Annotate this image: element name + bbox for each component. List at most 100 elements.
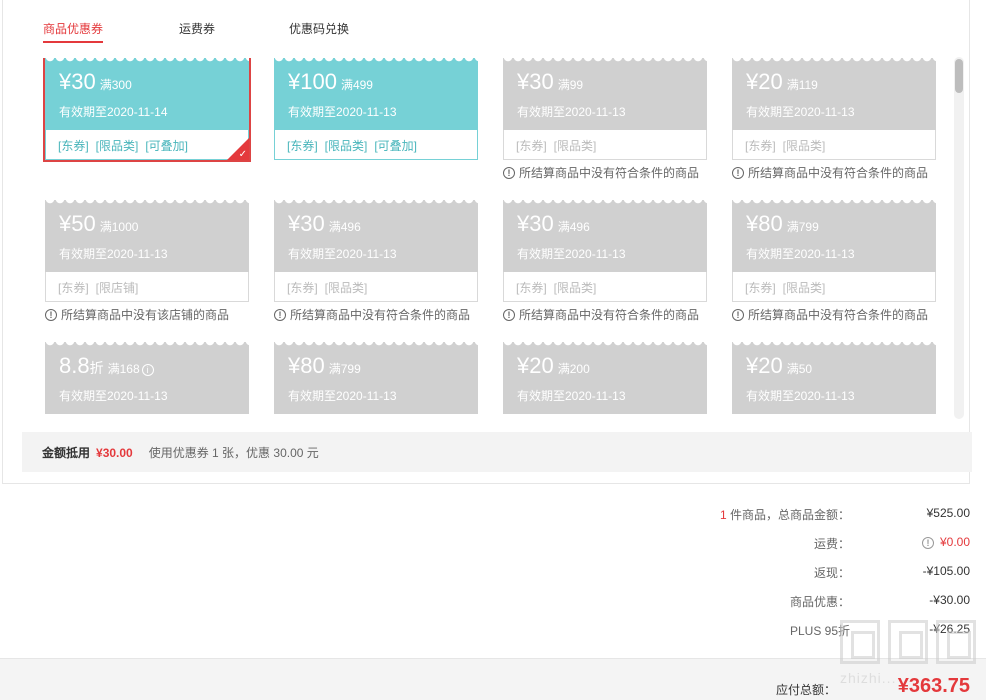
warning-icon: ! <box>732 308 744 321</box>
coupon-face: ¥30 满496 有效期至2020-11-13 <box>503 200 707 272</box>
tab-shipping-coupons[interactable]: 运费券 <box>179 20 215 41</box>
coupon-face: ¥30 满300 有效期至2020-11-14 <box>45 58 249 130</box>
coupon-condition: 满496 <box>328 220 361 234</box>
coupon-tags: [东券] [限品类] <box>274 272 478 302</box>
summary-desc: 使用优惠券 1 张，优惠 30.00 元 <box>148 446 319 460</box>
coupon-expiry: 有效期至2020-11-13 <box>517 247 626 261</box>
coupon-expiry: 有效期至2020-11-13 <box>288 247 397 261</box>
coupon-condition: 满50 <box>786 362 813 376</box>
watermark-glyph <box>840 620 880 664</box>
discount-label: 商品优惠： <box>789 595 850 609</box>
coupon-card[interactable]: ¥80 满799 有效期至2020-11-13 <box>274 342 478 414</box>
coupon-amount-line: ¥30 满300 <box>59 68 249 99</box>
coupon-card[interactable]: ¥30 满300 有效期至2020-11-14 [东券] [限品类] [可叠加] <box>43 58 251 162</box>
coupon-tag: [限品类] <box>553 139 597 153</box>
coupon-tag: [东券] <box>58 139 89 153</box>
coupon-face: ¥100 满499 有效期至2020-11-13 <box>274 58 478 130</box>
coupon-card[interactable]: ¥20 满119 有效期至2020-11-13 [东券] [限品类]! 所结算商品中没有符… <box>732 58 936 181</box>
shipping-label: 运费： <box>813 537 850 551</box>
coupon-tag: [限店铺] <box>95 281 139 295</box>
coupon-face: ¥20 满50 有效期至2020-11-13 <box>732 342 936 414</box>
coupon-unavailable-note: ! 所结算商品中没有符合条件的商品 <box>274 306 478 323</box>
warning-icon: ! <box>503 166 515 179</box>
coupon-expiry: 有效期至2020-11-13 <box>288 389 397 403</box>
coupon-face: ¥30 满496 有效期至2020-11-13 <box>274 200 478 272</box>
coupon-condition: 满799 <box>786 220 819 234</box>
coupon-tags: [东券] [限品类] <box>732 272 936 302</box>
coupon-tag: [东券] <box>516 281 547 295</box>
coupon-tags: [东券] [限品类] [可叠加] <box>274 130 478 160</box>
coupon-face: ¥50 满1000 有效期至2020-11-13 <box>45 200 249 272</box>
coupon-amount: ¥100 <box>288 69 337 94</box>
coupon-expiry: 有效期至2020-11-13 <box>517 389 626 403</box>
totals-row-cashback: 返现： -¥105.00 <box>670 564 970 593</box>
coupon-amount-line: ¥80 满799 <box>746 210 936 241</box>
coupon-tag: [可叠加] <box>374 139 418 153</box>
watermark-text: zhizhi... <box>840 670 897 686</box>
coupon-tag: [东券] <box>287 139 318 153</box>
warning-icon: ! <box>45 308 57 321</box>
coupon-card[interactable]: ¥20 满50 有效期至2020-11-13 <box>732 342 936 414</box>
totals-row-items: 1 件商品，总商品金额： ¥525.00 <box>670 506 970 535</box>
coupon-condition: 满1000 <box>99 220 139 234</box>
coupon-scrollbar[interactable] <box>954 57 964 419</box>
coupon-tag: [限品类] <box>324 139 368 153</box>
coupon-tag: [限品类] <box>782 281 826 295</box>
cashback-label: 返现： <box>813 566 850 580</box>
note-text: 所结算商品中没有符合条件的商品 <box>748 308 929 322</box>
coupon-card[interactable]: ¥100 满499 有效期至2020-11-13 [东券] [限品类] [可叠加] <box>274 58 478 160</box>
coupon-card[interactable]: ¥30 满496 有效期至2020-11-13 [东券] [限品类]! 所结算商品中没有符… <box>503 200 707 323</box>
coupon-unit: 折 <box>89 360 104 376</box>
note-text: 所结算商品中没有符合条件的商品 <box>748 166 929 180</box>
warning-icon: ! <box>503 308 515 321</box>
coupon-tag: [东券] <box>287 281 318 295</box>
tab-product-coupons[interactable]: 商品优惠券 <box>43 20 104 43</box>
tab-redeem-code[interactable]: 优惠码兑换 <box>289 20 349 41</box>
coupon-card[interactable]: 8.8折 满168 i 有效期至2020-11-13 <box>45 342 249 414</box>
coupon-tags: [东券] [限品类] <box>732 130 936 160</box>
coupon-card[interactable]: ¥30 满496 有效期至2020-11-13 [东券] [限品类]! 所结算商品中没有符… <box>274 200 478 323</box>
coupon-amount: ¥50 <box>59 211 96 236</box>
coupon-amount: ¥20 <box>746 353 783 378</box>
coupon-unavailable-note: ! 所结算商品中没有符合条件的商品 <box>732 306 936 323</box>
coupon-unavailable-note: ! 所结算商品中没有符合条件的商品 <box>503 306 707 323</box>
watermark-glyph <box>888 620 928 664</box>
coupon-card[interactable]: ¥80 满799 有效期至2020-11-13 [东券] [限品类]! 所结算商品中没有符… <box>732 200 936 323</box>
note-text: 所结算商品中没有符合条件的商品 <box>519 308 700 322</box>
info-icon[interactable]: i <box>141 364 154 376</box>
coupon-amount: ¥30 <box>517 69 554 94</box>
coupon-amount: ¥80 <box>746 211 783 236</box>
coupon-face: ¥80 满799 有效期至2020-11-13 <box>274 342 478 414</box>
coupon-unavailable-note: ! 所结算商品中没有该店铺的商品 <box>45 306 249 323</box>
coupon-condition: 满799 <box>328 362 361 376</box>
coupon-card[interactable]: ¥50 满1000 有效期至2020-11-13 [东券] [限店铺] ! 所结算商品中没有… <box>45 200 249 323</box>
selected-check-icon <box>227 138 249 160</box>
coupon-card[interactable]: ¥20 满200 有效期至2020-11-13 <box>503 342 707 414</box>
coupon-face: ¥80 满799 有效期至2020-11-13 <box>732 200 936 272</box>
coupon-list: ¥30满300有效期至2020-11-14[东券][限品类][可叠加]¥100满… <box>3 58 953 418</box>
coupon-condition: 满496 <box>557 220 590 234</box>
summary-label: 金额抵用 <box>42 446 91 460</box>
watermark-glyph <box>936 620 976 664</box>
payable-label: 应付总额： <box>775 683 836 697</box>
coupon-amount-line: ¥30 满496 <box>517 210 707 241</box>
coupon-unavailable-note: ! 所结算商品中没有符合条件的商品 <box>503 164 707 181</box>
coupon-amount: ¥20 <box>746 69 783 94</box>
note-text: 所结算商品中没有符合条件的商品 <box>519 166 700 180</box>
coupon-tag: [东券] <box>58 281 89 295</box>
coupon-condition: 满200 <box>557 362 590 376</box>
items-label: 件商品，总商品金额： <box>726 508 850 522</box>
scroll-thumb[interactable] <box>955 59 963 93</box>
coupon-amount-line: ¥80 满799 <box>288 352 478 383</box>
coupon-expiry: 有效期至2020-11-14 <box>59 105 168 119</box>
items-value: ¥525.00 <box>926 506 970 520</box>
discount-value: -¥30.00 <box>929 593 970 607</box>
info-icon[interactable]: ! <box>921 537 934 549</box>
coupon-card[interactable]: ¥30 满99 有效期至2020-11-13 [东券] [限品类]! 所结算商品中没有符合… <box>503 58 707 181</box>
coupon-amount-line: ¥20 满119 <box>746 68 936 99</box>
shipping-value: ¥0.00 <box>939 535 970 549</box>
coupon-expiry: 有效期至2020-11-13 <box>746 389 855 403</box>
coupon-expiry: 有效期至2020-11-13 <box>517 105 626 119</box>
coupon-amount: ¥30 <box>517 211 554 236</box>
coupon-face: ¥20 满119 有效期至2020-11-13 <box>732 58 936 130</box>
